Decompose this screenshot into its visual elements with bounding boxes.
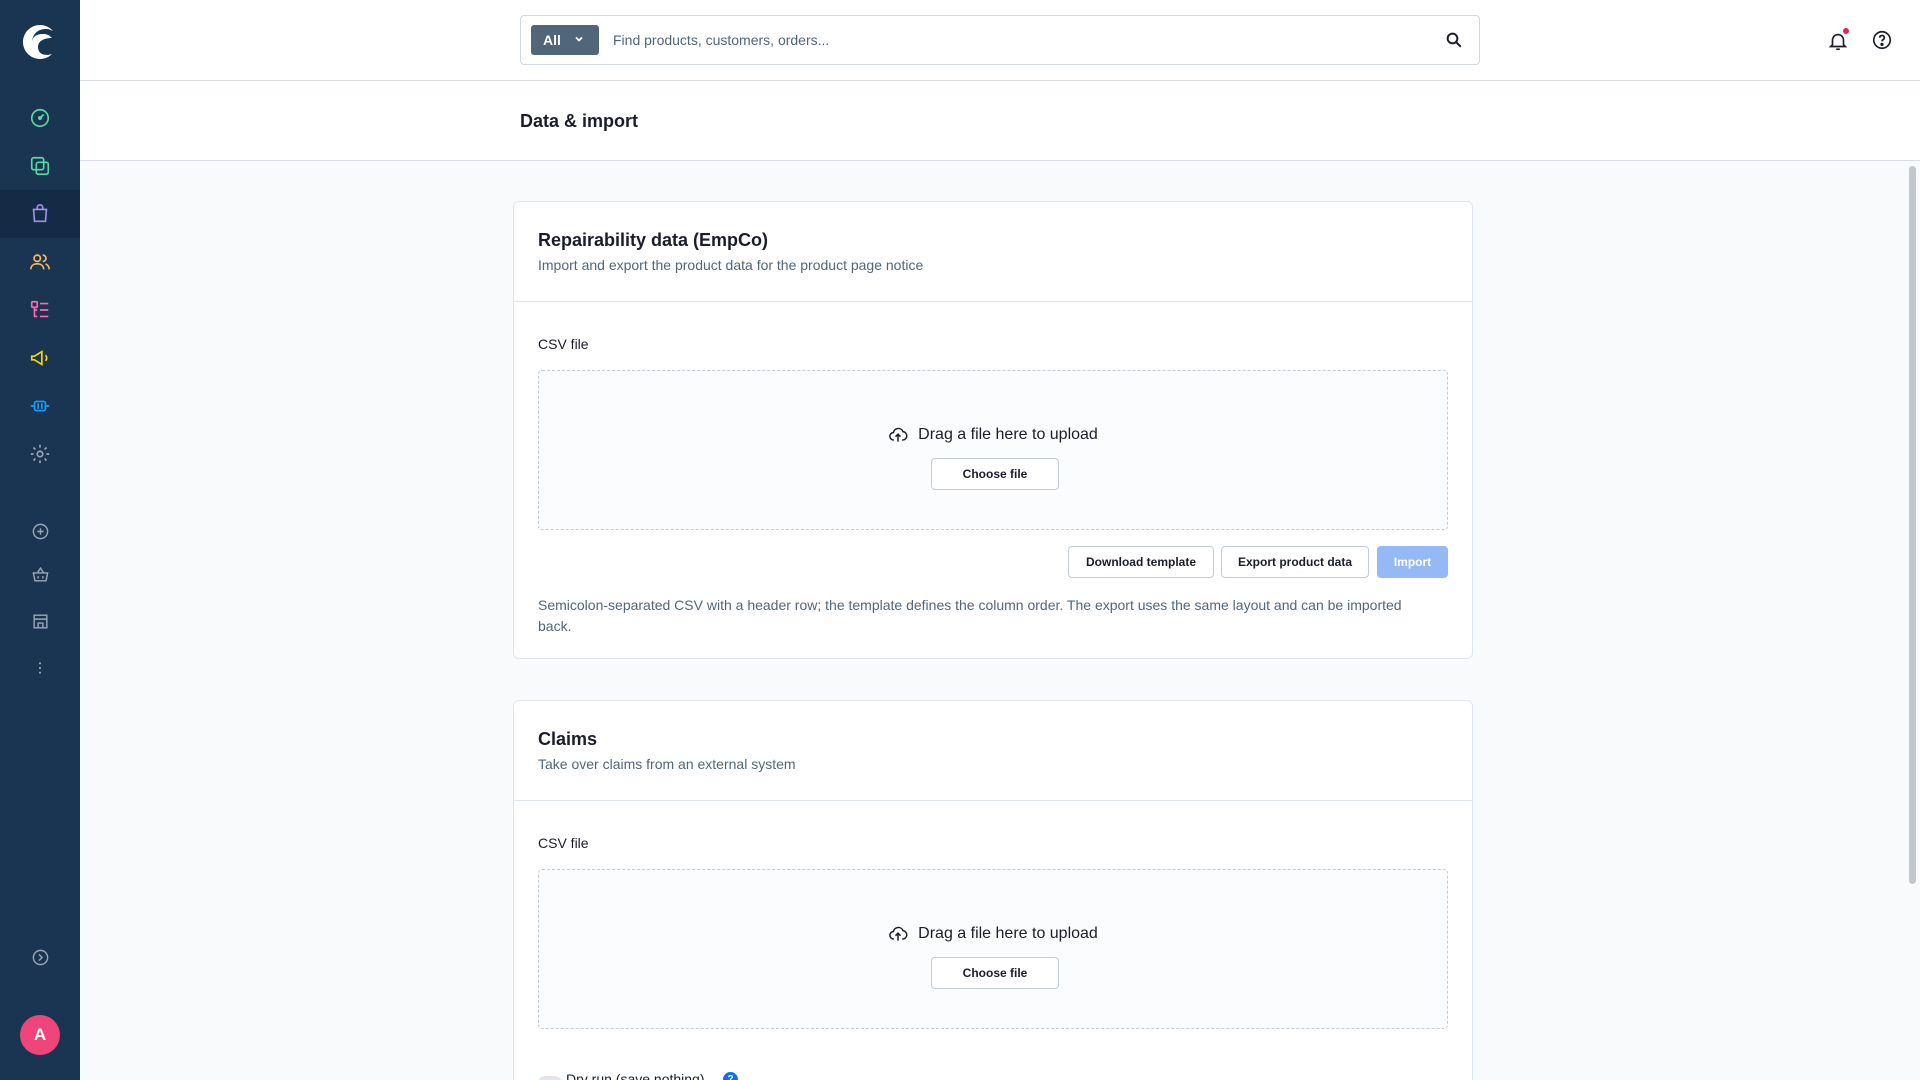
csv-dropzone[interactable]: Drag a file here to upload Choose file — [538, 370, 1448, 530]
page-header: Data & import — [80, 81, 1920, 161]
repairability-card: Repairability data (EmpCo) Import and ex… — [513, 201, 1473, 659]
sidebar-expand-button[interactable] — [0, 933, 80, 981]
dropzone-text: Drag a file here to upload — [918, 925, 1098, 942]
top-bar: All — [80, 0, 1920, 81]
notification-badge — [1843, 28, 1849, 34]
choose-file-button[interactable]: Choose file — [931, 957, 1059, 989]
sidebar-item-customers[interactable] — [0, 238, 80, 286]
search-icon[interactable] — [1445, 31, 1463, 49]
csv-file-label: CSV file — [538, 336, 589, 352]
sidebar: A — [0, 0, 80, 1080]
search-type-select[interactable]: All — [531, 25, 599, 55]
customers-icon — [30, 254, 50, 270]
cloud-upload-icon — [889, 926, 908, 941]
help-info-icon[interactable]: ? — [723, 1072, 738, 1080]
export-product-data-button[interactable]: Export product data — [1221, 546, 1369, 578]
user-avatar[interactable]: A — [20, 1015, 60, 1055]
sidebar-item-content[interactable] — [0, 286, 80, 334]
sidebar-item-orders[interactable] — [0, 190, 80, 238]
dashboard-icon — [30, 108, 50, 128]
marketing-icon — [30, 350, 48, 366]
sidebar-more-button[interactable] — [0, 644, 80, 692]
global-search: All — [520, 15, 1480, 65]
chevron-right-circle-icon — [32, 949, 48, 965]
basket-icon — [32, 566, 48, 582]
sidebar-item-catalogues[interactable] — [0, 142, 80, 190]
csv-help-text: Semicolon-separated CSV with a header ro… — [538, 597, 1402, 634]
content-icon — [30, 300, 49, 318]
card-title: Claims — [538, 729, 598, 749]
csv-file-label: CSV file — [538, 835, 589, 851]
search-type-label: All — [543, 32, 561, 48]
download-template-button[interactable]: Download template — [1068, 546, 1214, 578]
sidebar-item-extensions[interactable] — [0, 382, 80, 430]
card-subtitle: Import and export the product data for t… — [538, 257, 924, 273]
sidebar-item-marketing[interactable] — [0, 334, 80, 382]
card-header: Claims Take over claims from an external… — [514, 701, 1472, 801]
sidebar-add-button[interactable] — [0, 507, 80, 555]
dry-run-label: Dry run (save nothing) — [566, 1071, 705, 1080]
storefront-icon — [32, 613, 48, 629]
card-title: Repairability data (EmpCo) — [538, 230, 769, 250]
scrollbar-thumb[interactable] — [1909, 166, 1916, 884]
extensions-icon — [30, 400, 50, 412]
search-input[interactable] — [613, 24, 1433, 56]
sidebar-item-storefront[interactable] — [0, 597, 80, 645]
shopware-logo-icon[interactable] — [20, 22, 60, 62]
claims-card: Claims Take over claims from an external… — [513, 700, 1473, 1080]
chevron-down-icon — [575, 36, 583, 42]
import-button[interactable]: Import — [1377, 546, 1448, 578]
settings-icon — [30, 444, 50, 464]
csv-dropzone[interactable]: Drag a file here to upload Choose file — [538, 869, 1448, 1029]
choose-file-button[interactable]: Choose file — [931, 458, 1059, 490]
cloud-upload-icon — [889, 427, 908, 442]
card-header: Repairability data (EmpCo) Import and ex… — [514, 202, 1472, 302]
page-title: Data & import — [520, 111, 639, 131]
sidebar-item-basket[interactable] — [0, 550, 80, 598]
sidebar-item-settings[interactable] — [0, 430, 80, 478]
catalogues-icon — [30, 156, 50, 176]
orders-icon — [32, 204, 48, 223]
plus-circle-icon — [32, 523, 48, 539]
dry-run-toggle[interactable] — [538, 1076, 562, 1080]
card-subtitle: Take over claims from an external system — [538, 756, 796, 772]
dropzone-text: Drag a file here to upload — [918, 426, 1098, 443]
help-icon[interactable] — [1871, 29, 1893, 51]
more-vertical-icon — [38, 662, 42, 674]
sidebar-item-dashboard[interactable] — [0, 94, 80, 142]
